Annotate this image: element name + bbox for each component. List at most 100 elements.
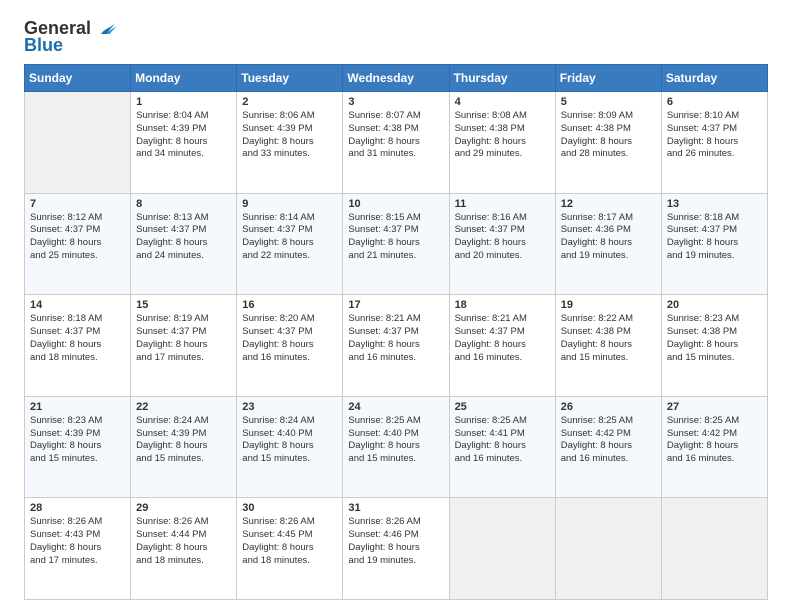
- calendar-cell: 8 Sunrise: 8:13 AM Sunset: 4:37 PM Daylig…: [131, 193, 237, 295]
- calendar-cell: 28 Sunrise: 8:26 AM Sunset: 4:43 PM Dayli…: [25, 498, 131, 600]
- weekday-header-sunday: Sunday: [25, 65, 131, 92]
- calendar-cell: 23Sunrise: 8:24 AM Sunset: 4:40 PM Dayli…: [237, 396, 343, 498]
- calendar-cell: 22 Sunrise: 8:24 AM Sunset: 4:39 PM Dayli…: [131, 396, 237, 498]
- day-info: Sunrise: 8:23 AM Sunset: 4:39 PM Dayligh…: [30, 415, 125, 466]
- calendar-cell: 3 Sunrise: 8:07 AM Sunset: 4:38 PM Daylig…: [343, 92, 449, 194]
- calendar-cell: [25, 92, 131, 194]
- calendar-cell: 11 Sunrise: 8:16 AM Sunset: 4:37 PM Dayli…: [449, 193, 555, 295]
- weekday-header-wednesday: Wednesday: [343, 65, 449, 92]
- day-number: 1: [136, 96, 231, 108]
- day-info: Sunrise: 8:13 AM Sunset: 4:37 PM Dayligh…: [136, 212, 231, 263]
- calendar-cell: 9 Sunrise: 8:14 AM Sunset: 4:37 PM Daylig…: [237, 193, 343, 295]
- calendar-cell: 19 Sunrise: 8:22 AM Sunset: 4:38 PM Dayli…: [555, 295, 661, 397]
- day-number: 11: [455, 198, 550, 210]
- day-number: 28: [30, 502, 125, 514]
- day-info: Sunrise: 8:18 AM Sunset: 4:37 PM Dayligh…: [30, 313, 125, 364]
- calendar-cell: 18 Sunrise: 8:21 AM Sunset: 4:37 PM Dayli…: [449, 295, 555, 397]
- day-info: Sunrise: 8:21 AM Sunset: 4:37 PM Dayligh…: [348, 313, 443, 364]
- day-number: 16: [242, 299, 337, 311]
- weekday-row: SundayMondayTuesdayWednesdayThursdayFrid…: [25, 65, 768, 92]
- day-number: 8: [136, 198, 231, 210]
- page: General Blue SundayMondayTuesdayWednesda…: [0, 0, 792, 612]
- weekday-header-thursday: Thursday: [449, 65, 555, 92]
- day-info: Sunrise: 8:25 AM Sunset: 4:40 PM Dayligh…: [348, 415, 443, 466]
- calendar-header: SundayMondayTuesdayWednesdayThursdayFrid…: [25, 65, 768, 92]
- logo: General Blue: [24, 18, 117, 56]
- calendar-cell: 1 Sunrise: 8:04 AM Sunset: 4:39 PM Daylig…: [131, 92, 237, 194]
- calendar-week-2: 7 Sunrise: 8:12 AM Sunset: 4:37 PM Daylig…: [25, 193, 768, 295]
- calendar-cell: 17 Sunrise: 8:21 AM Sunset: 4:37 PM Dayli…: [343, 295, 449, 397]
- calendar-week-4: 21 Sunrise: 8:23 AM Sunset: 4:39 PM Dayli…: [25, 396, 768, 498]
- day-number: 3: [348, 96, 443, 108]
- day-info: Sunrise: 8:24 AM Sunset: 4:39 PM Dayligh…: [136, 415, 231, 466]
- day-info: Sunrise: 8:16 AM Sunset: 4:37 PM Dayligh…: [455, 212, 550, 263]
- day-info: Sunrise: 8:25 AM Sunset: 4:42 PM Dayligh…: [667, 415, 762, 466]
- day-info: Sunrise: 8:25 AM Sunset: 4:41 PM Dayligh…: [455, 415, 550, 466]
- day-info: Sunrise: 8:22 AM Sunset: 4:38 PM Dayligh…: [561, 313, 656, 364]
- day-info: Sunrise: 8:09 AM Sunset: 4:38 PM Dayligh…: [561, 110, 656, 161]
- calendar-cell: 26Sunrise: 8:25 AM Sunset: 4:42 PM Dayli…: [555, 396, 661, 498]
- day-number: 21: [30, 401, 125, 413]
- weekday-header-monday: Monday: [131, 65, 237, 92]
- calendar-cell: 24 Sunrise: 8:25 AM Sunset: 4:40 PM Dayli…: [343, 396, 449, 498]
- calendar-cell: 15Sunrise: 8:19 AM Sunset: 4:37 PM Dayli…: [131, 295, 237, 397]
- logo-blue-text: Blue: [24, 35, 63, 56]
- day-number: 5: [561, 96, 656, 108]
- day-info: Sunrise: 8:18 AM Sunset: 4:37 PM Dayligh…: [667, 212, 762, 263]
- day-info: Sunrise: 8:14 AM Sunset: 4:37 PM Dayligh…: [242, 212, 337, 263]
- day-number: 31: [348, 502, 443, 514]
- calendar-cell: [449, 498, 555, 600]
- calendar-cell: 21 Sunrise: 8:23 AM Sunset: 4:39 PM Dayli…: [25, 396, 131, 498]
- weekday-header-friday: Friday: [555, 65, 661, 92]
- day-number: 30: [242, 502, 337, 514]
- day-number: 2: [242, 96, 337, 108]
- calendar-cell: 16 Sunrise: 8:20 AM Sunset: 4:37 PM Dayli…: [237, 295, 343, 397]
- calendar-week-3: 14 Sunrise: 8:18 AM Sunset: 4:37 PM Dayli…: [25, 295, 768, 397]
- day-info: Sunrise: 8:12 AM Sunset: 4:37 PM Dayligh…: [30, 212, 125, 263]
- day-number: 22: [136, 401, 231, 413]
- calendar-cell: 12Sunrise: 8:17 AM Sunset: 4:36 PM Dayli…: [555, 193, 661, 295]
- day-number: 23: [242, 401, 337, 413]
- weekday-header-tuesday: Tuesday: [237, 65, 343, 92]
- day-info: Sunrise: 8:26 AM Sunset: 4:45 PM Dayligh…: [242, 516, 337, 567]
- day-number: 4: [455, 96, 550, 108]
- calendar-cell: 10Sunrise: 8:15 AM Sunset: 4:37 PM Dayli…: [343, 193, 449, 295]
- day-info: Sunrise: 8:04 AM Sunset: 4:39 PM Dayligh…: [136, 110, 231, 161]
- day-number: 20: [667, 299, 762, 311]
- calendar-cell: 14 Sunrise: 8:18 AM Sunset: 4:37 PM Dayli…: [25, 295, 131, 397]
- day-number: 14: [30, 299, 125, 311]
- calendar-cell: 2 Sunrise: 8:06 AM Sunset: 4:39 PM Daylig…: [237, 92, 343, 194]
- calendar-cell: 6Sunrise: 8:10 AM Sunset: 4:37 PM Daylig…: [661, 92, 767, 194]
- logo-bird-icon: [95, 20, 117, 38]
- day-info: Sunrise: 8:26 AM Sunset: 4:43 PM Dayligh…: [30, 516, 125, 567]
- calendar-table: SundayMondayTuesdayWednesdayThursdayFrid…: [24, 64, 768, 600]
- calendar-cell: 30 Sunrise: 8:26 AM Sunset: 4:45 PM Dayli…: [237, 498, 343, 600]
- day-number: 13: [667, 198, 762, 210]
- day-number: 9: [242, 198, 337, 210]
- day-number: 27: [667, 401, 762, 413]
- day-number: 7: [30, 198, 125, 210]
- calendar-cell: 4Sunrise: 8:08 AM Sunset: 4:38 PM Daylig…: [449, 92, 555, 194]
- day-info: Sunrise: 8:23 AM Sunset: 4:38 PM Dayligh…: [667, 313, 762, 364]
- day-info: Sunrise: 8:07 AM Sunset: 4:38 PM Dayligh…: [348, 110, 443, 161]
- day-info: Sunrise: 8:06 AM Sunset: 4:39 PM Dayligh…: [242, 110, 337, 161]
- day-number: 17: [348, 299, 443, 311]
- header: General Blue: [24, 18, 768, 56]
- calendar-cell: 27 Sunrise: 8:25 AM Sunset: 4:42 PM Dayli…: [661, 396, 767, 498]
- day-info: Sunrise: 8:19 AM Sunset: 4:37 PM Dayligh…: [136, 313, 231, 364]
- day-number: 19: [561, 299, 656, 311]
- day-info: Sunrise: 8:10 AM Sunset: 4:37 PM Dayligh…: [667, 110, 762, 161]
- day-info: Sunrise: 8:21 AM Sunset: 4:37 PM Dayligh…: [455, 313, 550, 364]
- day-info: Sunrise: 8:20 AM Sunset: 4:37 PM Dayligh…: [242, 313, 337, 364]
- day-info: Sunrise: 8:26 AM Sunset: 4:44 PM Dayligh…: [136, 516, 231, 567]
- day-number: 18: [455, 299, 550, 311]
- calendar-cell: 5 Sunrise: 8:09 AM Sunset: 4:38 PM Daylig…: [555, 92, 661, 194]
- calendar-week-5: 28 Sunrise: 8:26 AM Sunset: 4:43 PM Dayli…: [25, 498, 768, 600]
- day-number: 29: [136, 502, 231, 514]
- calendar-cell: [555, 498, 661, 600]
- calendar-cell: 13 Sunrise: 8:18 AM Sunset: 4:37 PM Dayli…: [661, 193, 767, 295]
- day-info: Sunrise: 8:26 AM Sunset: 4:46 PM Dayligh…: [348, 516, 443, 567]
- day-number: 24: [348, 401, 443, 413]
- calendar-body: 1 Sunrise: 8:04 AM Sunset: 4:39 PM Daylig…: [25, 92, 768, 600]
- day-info: Sunrise: 8:25 AM Sunset: 4:42 PM Dayligh…: [561, 415, 656, 466]
